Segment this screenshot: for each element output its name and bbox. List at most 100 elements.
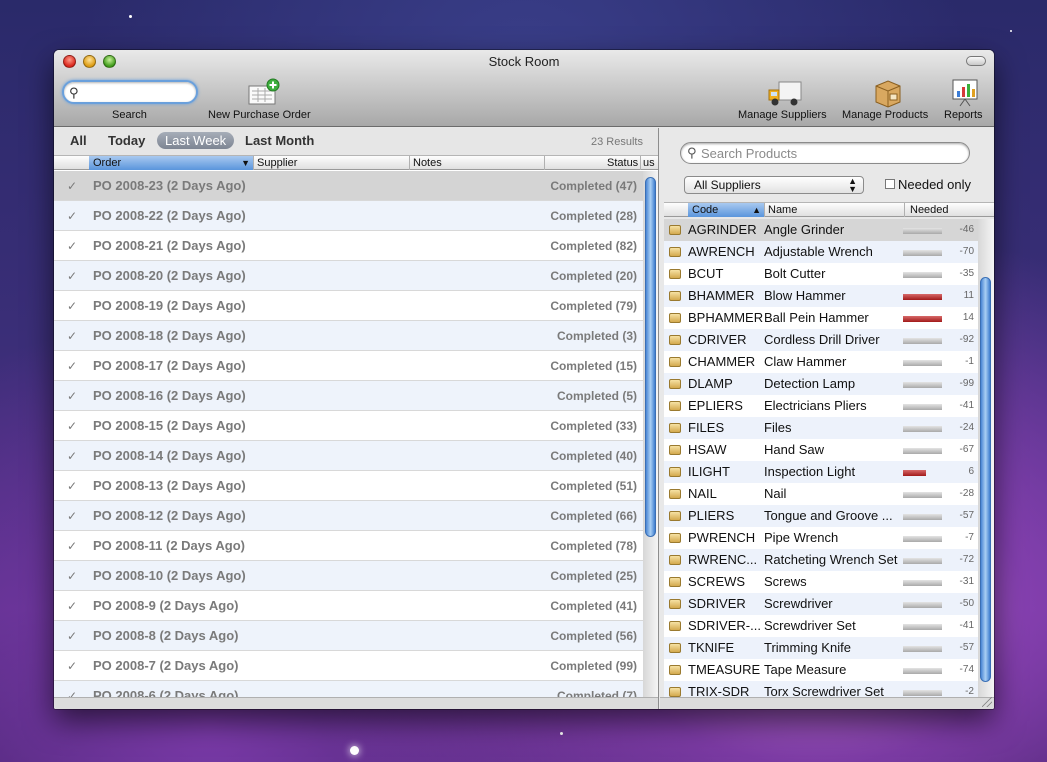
product-row[interactable]: PWRENCH Pipe Wrench -7 bbox=[664, 527, 978, 549]
needed-value: -67 bbox=[959, 444, 974, 455]
product-code: SCREWS bbox=[688, 574, 746, 589]
product-row[interactable]: DLAMP Detection Lamp -99 bbox=[664, 373, 978, 395]
column-name[interactable]: Name bbox=[768, 203, 797, 217]
orders-scrollbar[interactable] bbox=[643, 171, 658, 697]
manage-products-label[interactable]: Manage Products bbox=[842, 109, 928, 121]
product-row[interactable]: EPLIERS Electricians Pliers -41 bbox=[664, 395, 978, 417]
product-row[interactable]: AGRINDER Angle Grinder -46 bbox=[664, 219, 978, 241]
product-row[interactable]: BHAMMER Blow Hammer 11 bbox=[664, 285, 978, 307]
order-row[interactable]: ✓ PO 2008-16 (2 Days Ago) Completed (5) bbox=[54, 381, 643, 411]
product-code: PWRENCH bbox=[688, 530, 756, 545]
orders-scroll-thumb[interactable] bbox=[645, 177, 656, 537]
column-order[interactable]: Order ▼ bbox=[89, 156, 253, 170]
order-row[interactable]: ✓ PO 2008-10 (2 Days Ago) Completed (25) bbox=[54, 561, 643, 591]
toolbar-search-input[interactable]: ⚲ bbox=[62, 80, 198, 104]
reports-label[interactable]: Reports bbox=[944, 109, 983, 121]
product-row[interactable]: SDRIVER-... Screwdriver Set -41 bbox=[664, 615, 978, 637]
completed-check-icon: ✓ bbox=[67, 329, 78, 343]
product-row[interactable]: NAIL Nail -28 bbox=[664, 483, 978, 505]
product-row[interactable]: CHAMMER Claw Hammer -1 bbox=[664, 351, 978, 373]
order-row[interactable]: ✓ PO 2008-7 (2 Days Ago) Completed (99) bbox=[54, 651, 643, 681]
product-row[interactable]: SDRIVER Screwdriver -50 bbox=[664, 593, 978, 615]
date-filter-bar: All Today Last Week Last Month 23 Result… bbox=[54, 128, 658, 155]
product-row[interactable]: BCUT Bolt Cutter -35 bbox=[664, 263, 978, 285]
completed-check-icon: ✓ bbox=[67, 239, 78, 253]
product-row[interactable]: ILIGHT Inspection Light 6 bbox=[664, 461, 978, 483]
reports-chart-icon[interactable] bbox=[950, 77, 980, 112]
truck-icon[interactable] bbox=[767, 78, 803, 113]
order-row[interactable]: ✓ PO 2008-12 (2 Days Ago) Completed (66) bbox=[54, 501, 643, 531]
needed-only-label[interactable]: Needed only bbox=[898, 177, 971, 192]
order-row[interactable]: ✓ PO 2008-6 (2 Days Ago) Completed (7) bbox=[54, 681, 643, 697]
product-row[interactable]: HSAW Hand Saw -67 bbox=[664, 439, 978, 461]
order-status: Completed (33) bbox=[550, 419, 637, 433]
product-row[interactable]: AWRENCH Adjustable Wrench -70 bbox=[664, 241, 978, 263]
product-code: TMEASURE bbox=[688, 662, 761, 677]
order-status: Completed (78) bbox=[550, 539, 637, 553]
new-purchase-order-label[interactable]: New Purchase Order bbox=[208, 109, 311, 121]
order-row[interactable]: ✓ PO 2008-17 (2 Days Ago) Completed (15) bbox=[54, 351, 643, 381]
product-box-icon bbox=[669, 577, 681, 587]
order-row[interactable]: ✓ PO 2008-15 (2 Days Ago) Completed (33) bbox=[54, 411, 643, 441]
order-name: PO 2008-12 (2 Days Ago) bbox=[93, 508, 246, 523]
order-row[interactable]: ✓ PO 2008-13 (2 Days Ago) Completed (51) bbox=[54, 471, 643, 501]
order-row[interactable]: ✓ PO 2008-22 (2 Days Ago) Completed (28) bbox=[54, 201, 643, 231]
needed-level-bar bbox=[903, 514, 942, 520]
products-bottom-bar bbox=[660, 697, 994, 709]
product-search-input[interactable]: ⚲ Search Products bbox=[680, 142, 970, 164]
order-row[interactable]: ✓ PO 2008-20 (2 Days Ago) Completed (20) bbox=[54, 261, 643, 291]
desktop-star bbox=[560, 732, 563, 735]
column-code-label: Code bbox=[692, 204, 719, 216]
product-row[interactable]: SCREWS Screws -31 bbox=[664, 571, 978, 593]
order-row[interactable]: ✓ PO 2008-11 (2 Days Ago) Completed (78) bbox=[54, 531, 643, 561]
completed-check-icon: ✓ bbox=[67, 479, 78, 493]
needed-value: -35 bbox=[959, 268, 974, 279]
needed-value: -57 bbox=[959, 510, 974, 521]
order-row[interactable]: ✓ PO 2008-23 (2 Days Ago) Completed (47) bbox=[54, 171, 643, 201]
order-name: PO 2008-16 (2 Days Ago) bbox=[93, 388, 246, 403]
product-code: DLAMP bbox=[688, 376, 733, 391]
product-row[interactable]: TRIX-SDR Torx Screwdriver Set -2 bbox=[664, 681, 978, 697]
products-scrollbar[interactable] bbox=[978, 219, 994, 697]
product-row[interactable]: CDRIVER Cordless Drill Driver -92 bbox=[664, 329, 978, 351]
supplier-filter-select[interactable]: All Suppliers ▲ ▼ bbox=[684, 176, 864, 194]
products-scroll-thumb[interactable] bbox=[980, 277, 991, 682]
product-row[interactable]: TMEASURE Tape Measure -74 bbox=[664, 659, 978, 681]
needed-level-bar bbox=[903, 536, 942, 542]
product-row[interactable]: TKNIFE Trimming Knife -57 bbox=[664, 637, 978, 659]
resize-grip-icon[interactable] bbox=[982, 697, 992, 707]
order-row[interactable]: ✓ PO 2008-21 (2 Days Ago) Completed (82) bbox=[54, 231, 643, 261]
product-box-icon bbox=[669, 357, 681, 367]
order-row[interactable]: ✓ PO 2008-19 (2 Days Ago) Completed (79) bbox=[54, 291, 643, 321]
product-row[interactable]: FILES Files -24 bbox=[664, 417, 978, 439]
column-status[interactable]: Status bbox=[607, 156, 638, 170]
column-notes[interactable]: Notes bbox=[413, 156, 442, 170]
order-name: PO 2008-9 (2 Days Ago) bbox=[93, 598, 239, 613]
product-row[interactable]: BPHAMMER Ball Pein Hammer 14 bbox=[664, 307, 978, 329]
product-box-icon bbox=[669, 291, 681, 301]
manage-suppliers-label[interactable]: Manage Suppliers bbox=[738, 109, 827, 121]
product-box-icon bbox=[669, 225, 681, 235]
new-purchase-order-icon[interactable] bbox=[247, 78, 281, 113]
product-name: Bolt Cutter bbox=[764, 266, 826, 281]
column-code[interactable]: Code ▲ bbox=[688, 203, 764, 217]
order-row[interactable]: ✓ PO 2008-14 (2 Days Ago) Completed (40) bbox=[54, 441, 643, 471]
order-row[interactable]: ✓ PO 2008-9 (2 Days Ago) Completed (41) bbox=[54, 591, 643, 621]
product-row[interactable]: PLIERS Tongue and Groove ... -57 bbox=[664, 505, 978, 527]
column-status-overflow[interactable]: us bbox=[643, 156, 655, 170]
filter-today[interactable]: Today bbox=[108, 133, 145, 148]
column-supplier[interactable]: Supplier bbox=[257, 156, 297, 170]
filter-all[interactable]: All bbox=[70, 133, 87, 148]
completed-check-icon: ✓ bbox=[67, 299, 78, 313]
column-needed[interactable]: Needed bbox=[910, 203, 949, 217]
order-row[interactable]: ✓ PO 2008-18 (2 Days Ago) Completed (3) bbox=[54, 321, 643, 351]
filter-last-month[interactable]: Last Month bbox=[245, 133, 314, 148]
product-box-icon[interactable] bbox=[872, 78, 904, 113]
product-row[interactable]: RWRENC... Ratcheting Wrench Set -72 bbox=[664, 549, 978, 571]
order-name: PO 2008-13 (2 Days Ago) bbox=[93, 478, 246, 493]
needed-only-checkbox[interactable] bbox=[885, 179, 895, 189]
order-row[interactable]: ✓ PO 2008-8 (2 Days Ago) Completed (56) bbox=[54, 621, 643, 651]
filter-last-week[interactable]: Last Week bbox=[157, 132, 235, 149]
column-separator bbox=[544, 156, 545, 170]
product-name: Tape Measure bbox=[764, 662, 847, 677]
